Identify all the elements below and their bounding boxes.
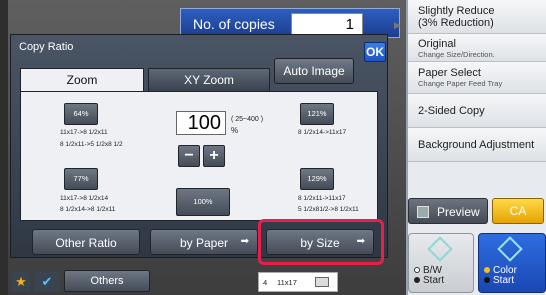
preset-note: 11x17->8 1/2x14 xyxy=(60,195,109,202)
star-icon[interactable]: ★ xyxy=(12,272,30,292)
paper-tray-icon xyxy=(315,277,329,287)
tab-zoom[interactable]: Zoom xyxy=(20,68,144,92)
preset-note: 5 1/2x81/2->8 1/2x11 xyxy=(298,206,359,213)
others-button[interactable]: Others xyxy=(64,270,150,292)
bw-label-line2: Start xyxy=(423,275,445,286)
other-ratio-label: Other Ratio xyxy=(55,236,117,250)
color-start-button[interactable]: Color Start xyxy=(478,233,546,293)
preset-77-button[interactable]: 77% xyxy=(64,168,98,190)
ratio-increase-button[interactable]: + xyxy=(203,145,225,167)
rp-item-title-2: (3% Reduction) xyxy=(418,17,494,29)
rp-item-original[interactable]: Original Change Size/Direction. xyxy=(408,34,546,62)
preset-note: 8 1/2x14->8 1/2x11 xyxy=(60,206,116,213)
rp-item-paper-select[interactable]: Paper Select Change Paper Feed Tray xyxy=(408,62,546,94)
copies-label: No. of copies xyxy=(193,16,275,32)
tab-xy-zoom[interactable]: XY Zoom xyxy=(148,68,270,92)
paper-size: 11x17 xyxy=(277,278,297,287)
color-label-line2: Start xyxy=(493,275,515,286)
by-size-highlight xyxy=(258,219,384,265)
arrow-right-icon: ➡ xyxy=(240,236,249,247)
checkmark-icon[interactable]: ✔ xyxy=(34,272,60,292)
ok-button[interactable]: OK xyxy=(364,42,386,62)
preset-100-button[interactable]: 100% xyxy=(176,188,230,216)
radio-dot-icon xyxy=(414,267,420,273)
preset-121-button[interactable]: 121% xyxy=(300,103,334,125)
radio-dot-icon xyxy=(484,277,490,283)
ratio-unit: % xyxy=(231,126,239,135)
start-diamond-icon xyxy=(427,236,453,262)
copies-input[interactable]: 1 xyxy=(291,13,363,35)
rp-item-slightly-reduce[interactable]: Slightly Reduce (3% Reduction) xyxy=(408,0,546,34)
device-frame: No. of copies 1 Slightly Reduce (3% Redu… xyxy=(0,0,546,295)
other-ratio-button[interactable]: Other Ratio xyxy=(32,229,140,255)
ratio-range: ( 25~400 ) xyxy=(231,116,264,123)
expand-arrow-icon[interactable]: ▶ xyxy=(394,20,401,31)
preset-129-button[interactable]: 129% xyxy=(300,168,334,190)
radio-dot-icon xyxy=(484,267,490,273)
preset-64-button[interactable]: 64% xyxy=(64,103,98,125)
preset-note: 8 1/2x11->5 1/2x8 1/2 xyxy=(60,141,123,148)
start-diamond-icon xyxy=(497,236,523,262)
rp-item-title: Slightly Reduce xyxy=(418,5,495,17)
color-start-label: Color Start xyxy=(493,266,517,286)
rp-item-background-adjustment[interactable]: Background Adjustment xyxy=(408,128,546,162)
preset-note: 8 1/2x11->11x17 xyxy=(298,195,346,202)
ratio-decrease-button[interactable]: − xyxy=(178,145,200,167)
auto-image-button[interactable]: Auto Image xyxy=(274,58,354,84)
dialog-title: Copy Ratio xyxy=(19,41,74,53)
bw-start-button[interactable]: B/W Start xyxy=(408,233,474,293)
by-paper-button[interactable]: by Paper ➡ xyxy=(150,229,258,255)
rp-item-title: Background Adjustment xyxy=(418,139,535,151)
bw-start-label: B/W Start xyxy=(423,266,444,286)
ratio-input[interactable]: 100 xyxy=(176,111,226,135)
rp-item-2-sided-copy[interactable]: 2-Sided Copy xyxy=(408,94,546,128)
rp-item-subtitle: Change Size/Direction. xyxy=(418,50,495,59)
rp-item-title: 2-Sided Copy xyxy=(418,105,485,117)
paper-indicator: 4 11x17 xyxy=(258,272,338,292)
preview-label: Preview xyxy=(437,205,480,219)
preset-note: 8 1/2x14->11x17 xyxy=(298,129,347,136)
preset-note: 11x17->8 1/2x11 xyxy=(60,129,108,136)
rp-item-title: Original xyxy=(418,38,456,50)
paper-tray-number: 4 xyxy=(263,278,268,287)
radio-dot-icon xyxy=(414,277,420,283)
preview-button[interactable]: Preview xyxy=(408,198,488,224)
rp-item-title: Paper Select xyxy=(418,67,481,79)
preview-icon xyxy=(417,206,429,218)
clear-all-button[interactable]: CA xyxy=(492,198,544,224)
rp-item-subtitle: Change Paper Feed Tray xyxy=(418,79,503,88)
